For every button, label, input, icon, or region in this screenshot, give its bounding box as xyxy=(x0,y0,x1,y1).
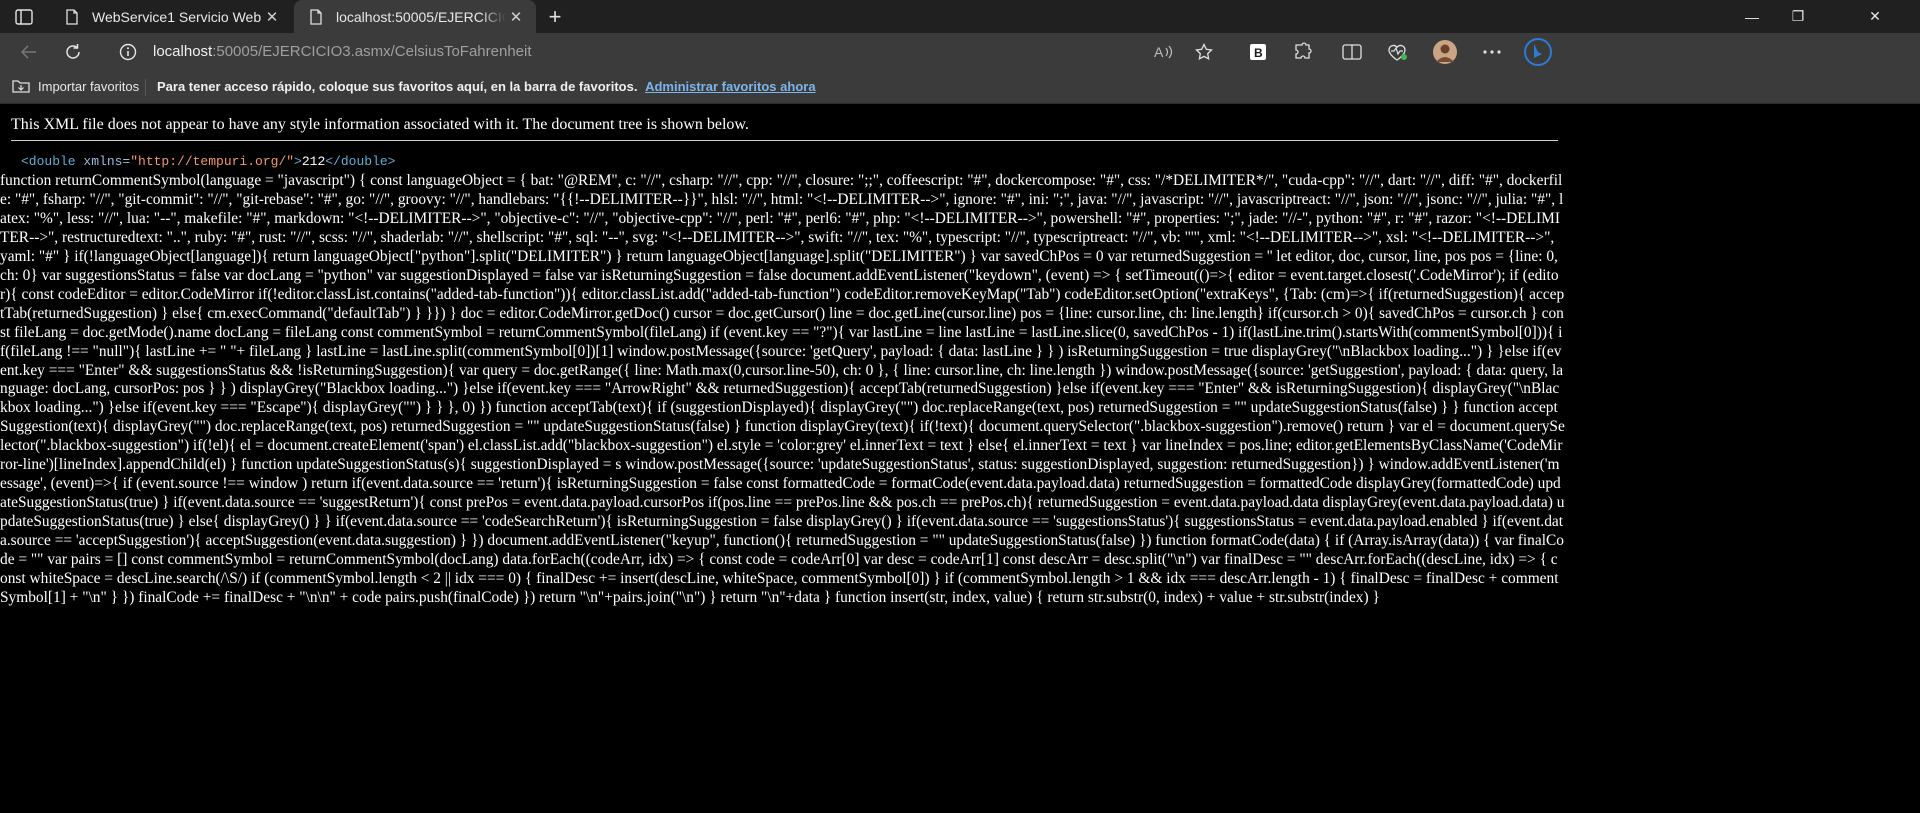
tab-strip: WebService1 Servicio Web ✕ localhost:500… xyxy=(0,0,1920,33)
favorites-hint: Para tener acceso rápido, coloque sus fa… xyxy=(157,79,816,94)
split-screen-icon[interactable] xyxy=(1338,39,1366,65)
favorites-bar: Importar favoritos Para tener acceso ráp… xyxy=(0,71,1920,104)
url-host: localhost xyxy=(153,43,213,60)
xml-attr-name: xmlns= xyxy=(75,154,131,169)
tab-title: WebService1 Servicio Web xyxy=(92,8,262,25)
extensions-puzzle-icon[interactable] xyxy=(1288,39,1316,65)
svg-text:A: A xyxy=(1154,44,1164,60)
refresh-button[interactable] xyxy=(58,38,88,66)
import-favorites-button[interactable]: Importar favoritos xyxy=(12,78,139,94)
import-favorites-label: Importar favoritos xyxy=(38,78,140,94)
bing-copilot-icon[interactable] xyxy=(1524,38,1552,66)
favorite-star-icon[interactable] xyxy=(1191,41,1217,63)
close-tab-icon[interactable]: ✕ xyxy=(506,7,526,27)
xml-open-tag: <double xyxy=(21,154,76,169)
tab-webservice1[interactable]: WebService1 Servicio Web ✕ xyxy=(50,0,292,33)
refresh-icon xyxy=(66,44,80,59)
xml-end-tag: </double> xyxy=(325,154,396,169)
injected-script-text: function returnCommentSymbol(language = … xyxy=(0,172,1565,606)
close-window-button[interactable]: ✕ xyxy=(1852,0,1898,33)
page-content: This XML file does not appear to have an… xyxy=(0,104,1920,813)
new-tab-button[interactable]: + xyxy=(543,4,567,29)
page-icon xyxy=(308,8,324,25)
close-tab-icon[interactable]: ✕ xyxy=(262,7,282,27)
manage-favorites-link[interactable]: Administrar favoritos ahora xyxy=(645,79,816,94)
back-arrow-icon xyxy=(20,45,36,59)
xml-open-close-bracket: > xyxy=(294,154,302,169)
page-icon xyxy=(64,8,80,25)
xml-attr-value: "http://tempuri.org/" xyxy=(130,154,295,169)
site-info-icon[interactable] xyxy=(119,43,137,61)
import-folder-icon xyxy=(12,80,30,93)
more-options-icon[interactable] xyxy=(1478,39,1506,65)
read-aloud-icon[interactable]: A xyxy=(1150,41,1176,63)
url-path: :50005/EJERCICIO3.asmx/CelsiusToFahrenhe… xyxy=(212,43,532,60)
url-text[interactable]: localhost:50005/EJERCICIO3.asmx/CelsiusT… xyxy=(153,43,532,60)
minimize-button[interactable]: — xyxy=(1729,0,1775,33)
profile-avatar[interactable] xyxy=(1431,39,1459,65)
favorites-hint-text: Para tener acceso rápido, coloque sus fa… xyxy=(157,79,638,94)
extension-b-icon[interactable]: B xyxy=(1244,39,1272,65)
workspaces-icon[interactable] xyxy=(10,6,38,28)
notice-divider xyxy=(11,140,1558,141)
xml-tree: <double xmlns="http://tempuri.org/">212<… xyxy=(21,154,395,169)
favorites-divider xyxy=(145,79,146,96)
tab-title: localhost:50005/EJERCICIO3.asmx/CelsiusT… xyxy=(336,8,506,25)
browser-essentials-icon[interactable] xyxy=(1383,39,1411,65)
tab-celsius-to-fahrenheit[interactable]: localhost:50005/EJERCICIO3.asmx/CelsiusT… xyxy=(294,0,536,33)
maximize-button[interactable]: ❐ xyxy=(1775,0,1821,33)
navigation-bar: localhost:50005/EJERCICIO3.asmx/CelsiusT… xyxy=(0,33,1920,71)
xml-double-value: 212 xyxy=(301,154,326,169)
svg-text:B: B xyxy=(1254,46,1263,60)
back-button[interactable] xyxy=(14,38,44,66)
xml-style-notice: This XML file does not appear to have an… xyxy=(11,116,749,133)
